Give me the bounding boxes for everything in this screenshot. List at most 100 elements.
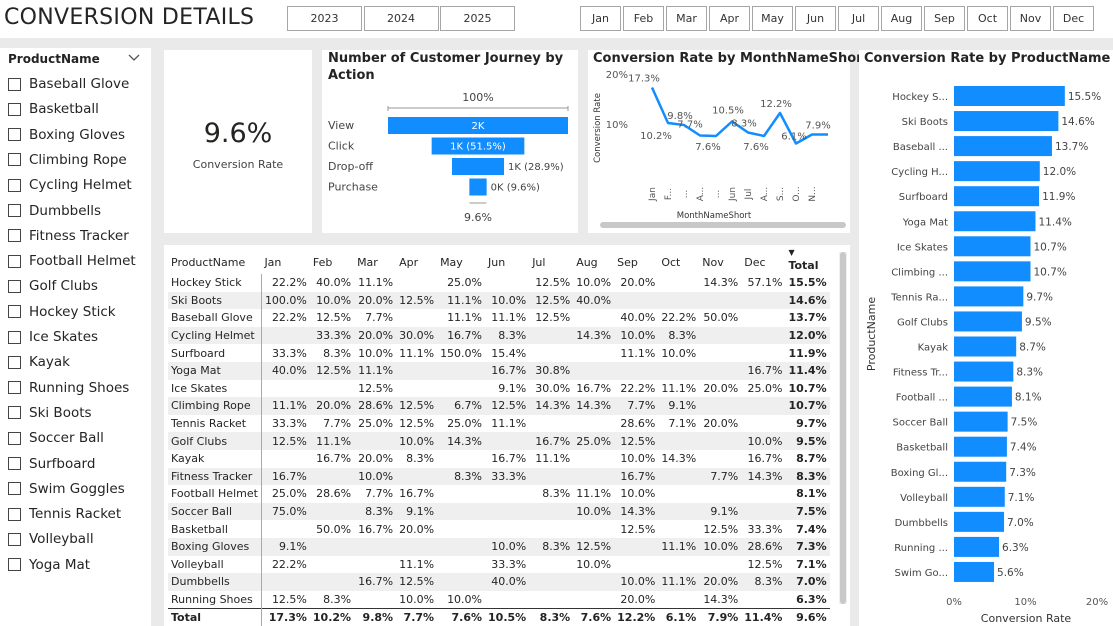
- column-header[interactable]: Dec: [741, 250, 785, 274]
- product-item-label: Yoga Mat: [29, 556, 91, 573]
- product-item[interactable]: Football Helmet: [8, 251, 136, 271]
- checkbox[interactable]: [8, 330, 21, 344]
- product-item[interactable]: Ski Boots: [8, 403, 92, 423]
- checkbox[interactable]: [8, 128, 21, 142]
- month-button-nov[interactable]: Nov: [1010, 6, 1051, 31]
- table-row[interactable]: Boxing Gloves 9.1% 10.0% 8.3% 12.5% 11.1% 10.0…: [168, 537, 830, 556]
- checkbox[interactable]: [8, 153, 21, 167]
- year-button-2023[interactable]: 2023: [287, 6, 362, 31]
- product-item[interactable]: Swim Goggles: [8, 479, 125, 499]
- table-row[interactable]: Surfboard 33.3% 8.3% 10.0% 11.1% 150.0% 15.4% 1…: [168, 344, 830, 362]
- table-row[interactable]: Golf Clubs 12.5% 11.1% 10.0% 14.3% 16.7% 25.0%…: [168, 432, 830, 450]
- checkbox[interactable]: [8, 102, 21, 116]
- column-header[interactable]: Mar: [354, 250, 396, 274]
- table-row[interactable]: Climbing Rope 11.1% 20.0% 28.6% 12.5% 6.7% 12.…: [168, 397, 830, 415]
- checkbox[interactable]: [8, 178, 21, 192]
- checkbox[interactable]: [8, 305, 21, 319]
- table-row[interactable]: Kayak 16.7% 20.0% 8.3% 16.7% 11.1% 10.0% 14.3% 1…: [168, 449, 830, 468]
- product-item[interactable]: Cycling Helmet: [8, 175, 132, 195]
- checkbox[interactable]: [8, 279, 21, 293]
- table-row[interactable]: Volleyball 22.2% 11.1% 33.3% 10.0% 12.5% 7.1%: [168, 555, 830, 574]
- month-button-aug[interactable]: Aug: [881, 6, 922, 31]
- column-header[interactable]: May: [437, 250, 485, 274]
- checkbox[interactable]: [8, 457, 21, 470]
- month-button-mar[interactable]: Mar: [666, 6, 707, 31]
- month-button-jan[interactable]: Jan: [580, 6, 621, 31]
- table-row[interactable]: Baseball Glove 22.2% 12.5% 7.7% 11.1% 11.1% 12…: [168, 309, 830, 327]
- column-header[interactable]: Jun: [485, 250, 529, 274]
- month-button-jul[interactable]: Jul: [838, 6, 879, 31]
- column-header[interactable]: Aug: [573, 250, 614, 274]
- chevron-down-icon[interactable]: [128, 54, 140, 62]
- product-item[interactable]: Golf Clubs: [8, 276, 98, 296]
- product-item[interactable]: Boxing Gloves: [8, 125, 125, 145]
- checkbox[interactable]: [8, 532, 21, 546]
- table-row[interactable]: Tennis Racket 33.3% 7.7% 25.0% 12.5% 25.0% 11.…: [168, 414, 830, 433]
- month-button-apr[interactable]: Apr: [709, 6, 750, 31]
- checkbox[interactable]: [8, 406, 21, 420]
- month-button-feb[interactable]: Feb: [623, 6, 664, 31]
- month-button-sep[interactable]: Sep: [924, 6, 965, 31]
- column-header[interactable]: ProductName: [168, 250, 261, 274]
- table-row[interactable]: Basketball 50.0% 16.7% 20.0% 12.5% 12.5% 33.3%…: [168, 520, 830, 538]
- table-cell: [741, 309, 785, 327]
- column-header[interactable]: Feb: [310, 250, 354, 274]
- product-item[interactable]: Hockey Stick: [8, 302, 116, 322]
- table-row[interactable]: Yoga Mat 40.0% 12.5% 11.1% 16.7% 30.8% 16.7% 11…: [168, 361, 830, 380]
- table-row[interactable]: Ski Boots 100.0% 10.0% 20.0% 12.5% 11.1% 10.0%…: [168, 291, 830, 310]
- data-label: 15.5%: [1068, 91, 1101, 103]
- sort-desc-icon[interactable]: ▼: [788, 248, 794, 257]
- month-button-jun[interactable]: Jun: [795, 6, 836, 31]
- checkbox[interactable]: [8, 204, 21, 217]
- product-item[interactable]: Running Shoes: [8, 378, 129, 398]
- checkbox[interactable]: [8, 77, 21, 91]
- checkbox[interactable]: [8, 507, 21, 521]
- funnel-bar-value: 0K (9.6%): [491, 183, 540, 194]
- checkbox[interactable]: [8, 558, 21, 572]
- checkbox[interactable]: [8, 254, 21, 268]
- product-item[interactable]: Volleyball: [8, 529, 94, 549]
- product-item[interactable]: Soccer Ball: [8, 428, 104, 448]
- column-header[interactable]: Apr: [396, 250, 437, 274]
- table-row[interactable]: Hockey Stick 22.2% 40.0% 11.1% 25.0% 12.5% 10.…: [168, 274, 830, 292]
- table-row[interactable]: Fitness Tracker 16.7% 10.0% 8.3% 33.3% 16.7% 7…: [168, 467, 830, 486]
- table-row[interactable]: Football Helmet 25.0% 28.6% 7.7% 16.7% 8.3% 11…: [168, 485, 830, 503]
- table-row[interactable]: Dumbbells 16.7% 12.5% 40.0% 10.0% 11.1% 20.0% 8…: [168, 573, 830, 591]
- product-item[interactable]: Fitness Tracker: [8, 226, 129, 246]
- table-row[interactable]: Soccer Ball 75.0% 8.3% 9.1% 10.0% 14.3% 9.1% 7.…: [168, 502, 830, 521]
- month-button-dec[interactable]: Dec: [1053, 6, 1094, 31]
- data-label: 13.7%: [1055, 141, 1088, 153]
- column-header[interactable]: Jul: [529, 250, 573, 274]
- checkbox[interactable]: [8, 229, 21, 243]
- checkbox[interactable]: [8, 381, 21, 395]
- column-header[interactable]: Total ▼: [785, 248, 829, 274]
- column-header[interactable]: Jan: [261, 250, 309, 274]
- checkbox[interactable]: [8, 431, 21, 445]
- column-header[interactable]: Nov: [699, 250, 741, 274]
- product-item[interactable]: Dumbbells: [8, 201, 101, 221]
- checkbox[interactable]: [8, 355, 21, 369]
- month-button-oct[interactable]: Oct: [967, 6, 1008, 31]
- product-item[interactable]: Tennis Racket: [8, 504, 121, 524]
- table-row[interactable]: Ice Skates 12.5% 9.1% 30.0% 16.7% 22.2% 11.1% 2…: [168, 379, 830, 398]
- table-row[interactable]: Running Shoes 12.5% 8.3% 10.0% 10.0% 20.0% 14.…: [168, 590, 830, 609]
- table-cell: 33.3%: [271, 346, 307, 360]
- column-header[interactable]: Oct: [658, 250, 699, 274]
- matrix-scrollbar[interactable]: [840, 252, 846, 604]
- checkbox[interactable]: [8, 482, 21, 496]
- table-row[interactable]: Cycling Helmet 33.3% 20.0% 30.0% 16.7% 8.3% 14…: [168, 326, 830, 345]
- column-header[interactable]: Sep: [614, 250, 658, 274]
- product-item[interactable]: Ice Skates: [8, 327, 98, 347]
- product-item[interactable]: Yoga Mat: [8, 555, 90, 575]
- table-cell: [658, 361, 700, 380]
- product-item[interactable]: Baseball Glove: [8, 74, 129, 94]
- year-button-2025[interactable]: 2025: [440, 6, 515, 31]
- product-item[interactable]: Surfboard: [8, 454, 95, 474]
- product-item[interactable]: Climbing Rope: [8, 150, 127, 170]
- year-button-2024[interactable]: 2024: [363, 6, 439, 31]
- product-item[interactable]: Kayak: [8, 352, 70, 372]
- table-cell: 10.0%: [399, 592, 435, 606]
- month-button-may[interactable]: May: [752, 6, 793, 31]
- data-label: 7.4%: [1010, 442, 1037, 454]
- product-item[interactable]: Basketball: [8, 99, 99, 119]
